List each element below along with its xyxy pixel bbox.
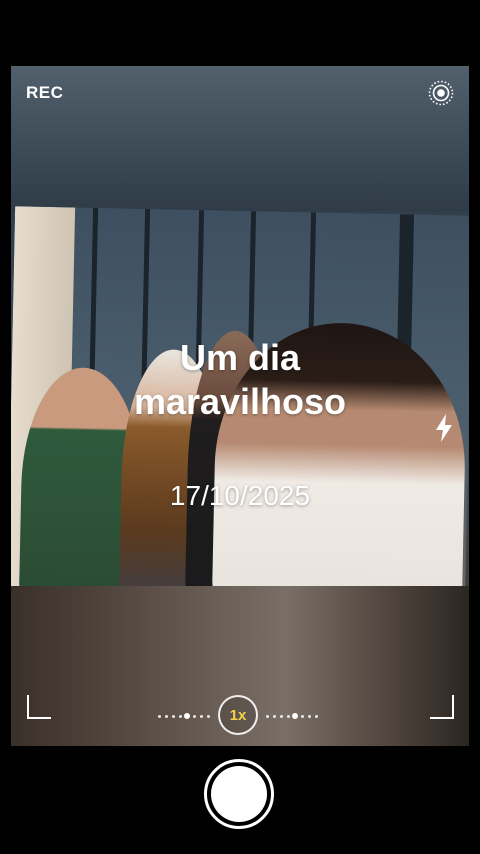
frame-corner-bottom-left <box>27 695 51 719</box>
zoom-scale-right[interactable] <box>266 713 322 720</box>
flash-icon[interactable] <box>433 413 455 443</box>
video-title-overlay: Um dia maravilhoso <box>0 336 480 424</box>
title-line-2: maravilhoso <box>133 381 347 422</box>
title-line-1: Um dia <box>179 337 301 378</box>
rec-label: REC <box>26 83 64 102</box>
viewfinder-top-area <box>11 66 469 211</box>
camera-screen: { "status": { "rec_label": "REC" }, "ove… <box>0 0 480 854</box>
zoom-scale-left[interactable] <box>158 713 214 720</box>
shutter-button[interactable] <box>204 759 274 829</box>
shutter-button-inner <box>211 766 267 822</box>
zoom-level-button[interactable]: 1x <box>218 695 258 735</box>
frame-corner-bottom-right <box>430 695 454 719</box>
date-overlay: 17/10/2025 <box>169 480 311 511</box>
live-photo-icon[interactable] <box>428 80 454 106</box>
